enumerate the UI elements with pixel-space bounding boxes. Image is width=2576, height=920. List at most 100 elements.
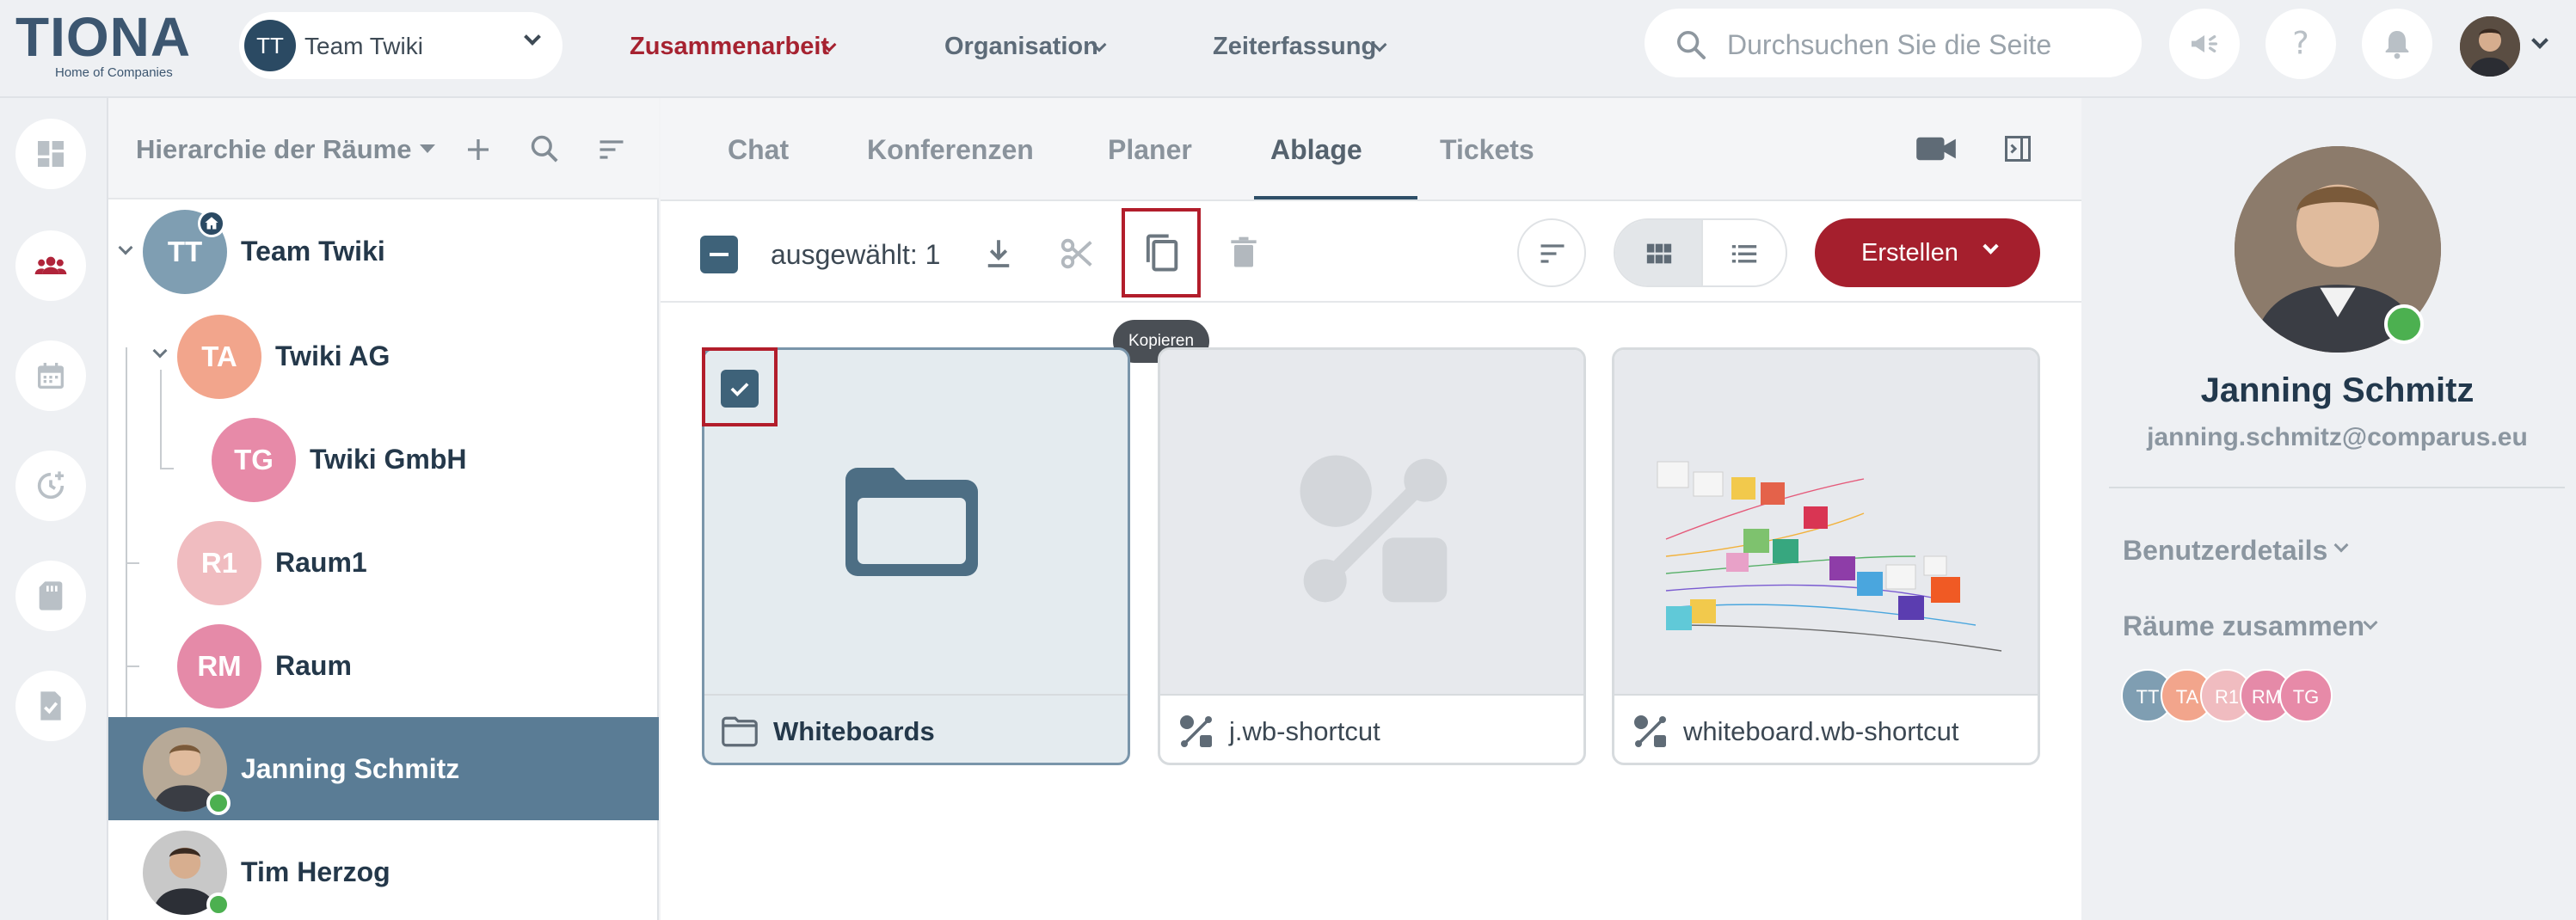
copy-icon[interactable] bbox=[1139, 230, 1183, 275]
file-card-whiteboard-wb-shortcut[interactable]: whiteboard.wb-shortcut bbox=[1612, 347, 2040, 765]
tab-konferenzen[interactable]: Konferenzen bbox=[867, 134, 1034, 166]
whiteboard-preview bbox=[1657, 461, 2002, 652]
team-selector[interactable]: TT Team Twiki bbox=[239, 12, 563, 79]
tree-line bbox=[126, 562, 139, 564]
create-button-label: Erstellen bbox=[1861, 239, 1958, 267]
nav-label: Organisation bbox=[944, 33, 1098, 60]
notifications-button[interactable] bbox=[2362, 9, 2432, 79]
tab-chat[interactable]: Chat bbox=[728, 134, 789, 166]
brand-tagline: Home of Companies bbox=[55, 65, 173, 80]
tab-tickets[interactable]: Tickets bbox=[1440, 134, 1534, 166]
sort-button[interactable] bbox=[1517, 218, 1586, 287]
create-button[interactable]: Erstellen bbox=[1815, 218, 2040, 287]
toggle-side-panel-icon[interactable] bbox=[2002, 132, 2033, 165]
download-icon[interactable] bbox=[981, 236, 1017, 272]
clock-plus-icon bbox=[37, 471, 65, 500]
chevron-down-icon bbox=[2333, 537, 2349, 553]
shortcut-icon bbox=[1634, 715, 1666, 747]
grid-view-button[interactable] bbox=[1615, 220, 1701, 285]
file-thumbnail bbox=[1614, 350, 2038, 694]
check-icon bbox=[730, 383, 749, 397]
user-details-label: Benutzerdetails bbox=[2123, 535, 2328, 566]
divider bbox=[1614, 694, 2038, 696]
dashboard-button[interactable] bbox=[15, 119, 86, 189]
add-icon[interactable] bbox=[463, 134, 494, 165]
divider bbox=[1160, 694, 1583, 696]
hierarchy-header: Hierarchie der Räume bbox=[108, 98, 659, 199]
search-input[interactable]: Durchsuchen Sie die Seite bbox=[1645, 9, 2142, 77]
chevron-down-icon[interactable] bbox=[2531, 32, 2548, 49]
list-icon bbox=[1731, 245, 1757, 263]
profile-email[interactable]: janning.schmitz@comparus.eu bbox=[2081, 423, 2576, 452]
user-avatar[interactable] bbox=[2460, 16, 2520, 77]
divider bbox=[2109, 487, 2565, 488]
nav-zeiterfassung[interactable]: Zeiterfassung bbox=[1213, 33, 1387, 61]
room-avatar-raum1[interactable]: R1 bbox=[177, 521, 261, 605]
calendar-icon bbox=[38, 363, 64, 389]
shortcut-icon bbox=[1180, 715, 1212, 747]
shared-room-avatar[interactable]: TG bbox=[2279, 669, 2333, 722]
team-selector-label: Team Twiki bbox=[304, 33, 423, 59]
chevron-down-icon bbox=[524, 28, 541, 46]
room-avatar-twiki-ag[interactable]: TA bbox=[177, 315, 261, 399]
room-label[interactable]: Twiki AG bbox=[275, 340, 390, 372]
file-name: Whiteboards bbox=[773, 716, 935, 746]
select-all-checkbox[interactable] bbox=[700, 236, 738, 273]
file-toolbar: ausgewählt: 1 Erstellen bbox=[661, 203, 2081, 303]
left-icon-rail bbox=[0, 98, 108, 920]
file-name: whiteboard.wb-shortcut bbox=[1683, 716, 1959, 746]
nav-label: Zusammenarbeit bbox=[630, 33, 830, 60]
shared-rooms-toggle[interactable]: Räume zusammen bbox=[2123, 610, 2378, 642]
shortcut-placeholder-icon bbox=[1300, 455, 1448, 603]
file-card-j-wb-shortcut[interactable]: j.wb-shortcut bbox=[1158, 347, 1586, 765]
hierarchy-title[interactable]: Hierarchie der Räume bbox=[136, 134, 411, 165]
nav-organisation[interactable]: Organisation bbox=[944, 33, 1107, 61]
shared-rooms-label: Räume zusammen bbox=[2123, 610, 2364, 641]
folder-icon bbox=[845, 468, 978, 576]
top-bar: TIONA Home of Companies TT Team Twiki Zu… bbox=[0, 0, 2576, 98]
announcements-button[interactable] bbox=[2169, 9, 2240, 79]
sort-icon bbox=[1540, 244, 1565, 263]
person-label[interactable]: Tim Herzog bbox=[241, 856, 390, 888]
chevron-down-icon[interactable] bbox=[152, 343, 168, 359]
sort-icon[interactable] bbox=[595, 134, 628, 165]
delete-icon[interactable] bbox=[1225, 234, 1263, 272]
user-details-toggle[interactable]: Benutzerdetails bbox=[2123, 535, 2349, 567]
chevron-down-icon[interactable] bbox=[118, 240, 133, 255]
room-label[interactable]: Team Twiki bbox=[241, 236, 385, 267]
room-label[interactable]: Raum bbox=[275, 650, 352, 682]
time-tracking-button[interactable] bbox=[15, 451, 86, 521]
room-avatar-raum[interactable]: RM bbox=[177, 624, 261, 708]
help-button[interactable]: ? bbox=[2266, 9, 2336, 79]
room-label[interactable]: Twiki GmbH bbox=[310, 444, 467, 475]
help-icon: ? bbox=[2292, 27, 2309, 61]
cut-icon[interactable] bbox=[1058, 234, 1097, 273]
user-photo bbox=[2460, 16, 2520, 77]
file-checkbox-checked[interactable] bbox=[721, 370, 759, 408]
calendar-button[interactable] bbox=[15, 340, 86, 411]
nav-zusammenarbeit[interactable]: Zusammenarbeit bbox=[630, 33, 837, 61]
teams-button[interactable] bbox=[15, 230, 86, 301]
storage-button[interactable] bbox=[15, 561, 86, 631]
tab-planer[interactable]: Planer bbox=[1108, 134, 1192, 166]
tree-line bbox=[126, 347, 127, 764]
active-tab-indicator bbox=[1254, 196, 1417, 199]
list-view-button[interactable] bbox=[1703, 220, 1786, 285]
online-status-icon bbox=[2384, 304, 2424, 344]
team-avatar: TT bbox=[244, 20, 296, 71]
brand-logo[interactable]: TIONA bbox=[15, 5, 191, 69]
room-avatar-twiki-gmbh[interactable]: TG bbox=[212, 418, 296, 502]
room-hierarchy-panel: Hierarchie der Räume TT Team Twiki TA Tw… bbox=[108, 98, 659, 920]
caret-down-icon[interactable] bbox=[418, 143, 437, 155]
search-icon[interactable] bbox=[528, 132, 561, 165]
tab-ablage[interactable]: Ablage bbox=[1270, 134, 1362, 166]
tasks-button[interactable] bbox=[15, 671, 86, 741]
megaphone-icon bbox=[2192, 35, 2217, 52]
file-thumbnail bbox=[1160, 350, 1583, 694]
search-icon bbox=[1677, 31, 1706, 59]
chevron-down-icon bbox=[2363, 615, 2378, 630]
chevron-down-icon bbox=[1983, 238, 1999, 255]
view-toggle bbox=[1614, 218, 1787, 287]
room-label[interactable]: Raum1 bbox=[275, 547, 367, 579]
video-camera-icon[interactable] bbox=[1915, 132, 1958, 165]
